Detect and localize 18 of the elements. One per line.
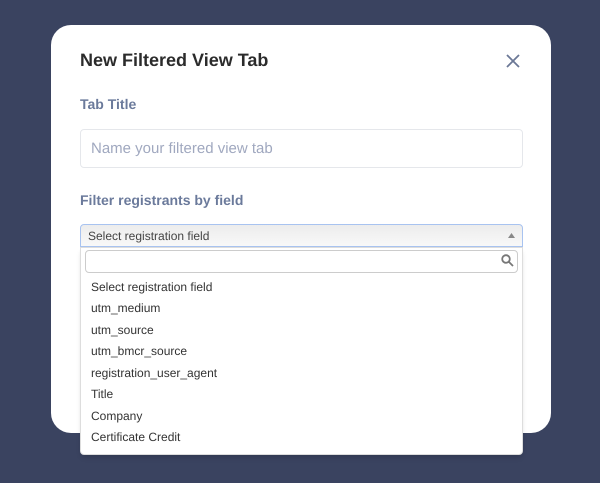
close-icon	[505, 52, 521, 68]
dropdown-option[interactable]: Title	[85, 384, 518, 405]
dropdown-option[interactable]: Select registration field	[85, 276, 518, 298]
tab-title-field[interactable]: Name your filtered view tab	[80, 129, 523, 168]
close-button[interactable]	[504, 52, 522, 70]
dropdown-option[interactable]: registration_user_agent	[85, 362, 518, 384]
dropdown-option[interactable]: utm_source	[85, 319, 518, 340]
registration-field-select[interactable]: Select registration field	[80, 224, 523, 247]
dropdown-option[interactable]: Certificate Credit	[85, 426, 518, 448]
dropdown-option[interactable]: Company	[85, 405, 518, 426]
dropdown-option[interactable]: utm_bmcr_source	[85, 340, 518, 362]
field-label: Filter registrants by field	[80, 191, 244, 210]
dialog-title: New Filtered View Tab	[80, 49, 268, 72]
caret-icon	[508, 233, 515, 238]
field-label: Tab Title	[80, 95, 138, 114]
search-icon	[501, 254, 514, 267]
dropdown-search-field[interactable]	[85, 250, 518, 272]
dropdown-option[interactable]: utm_medium	[85, 298, 518, 319]
